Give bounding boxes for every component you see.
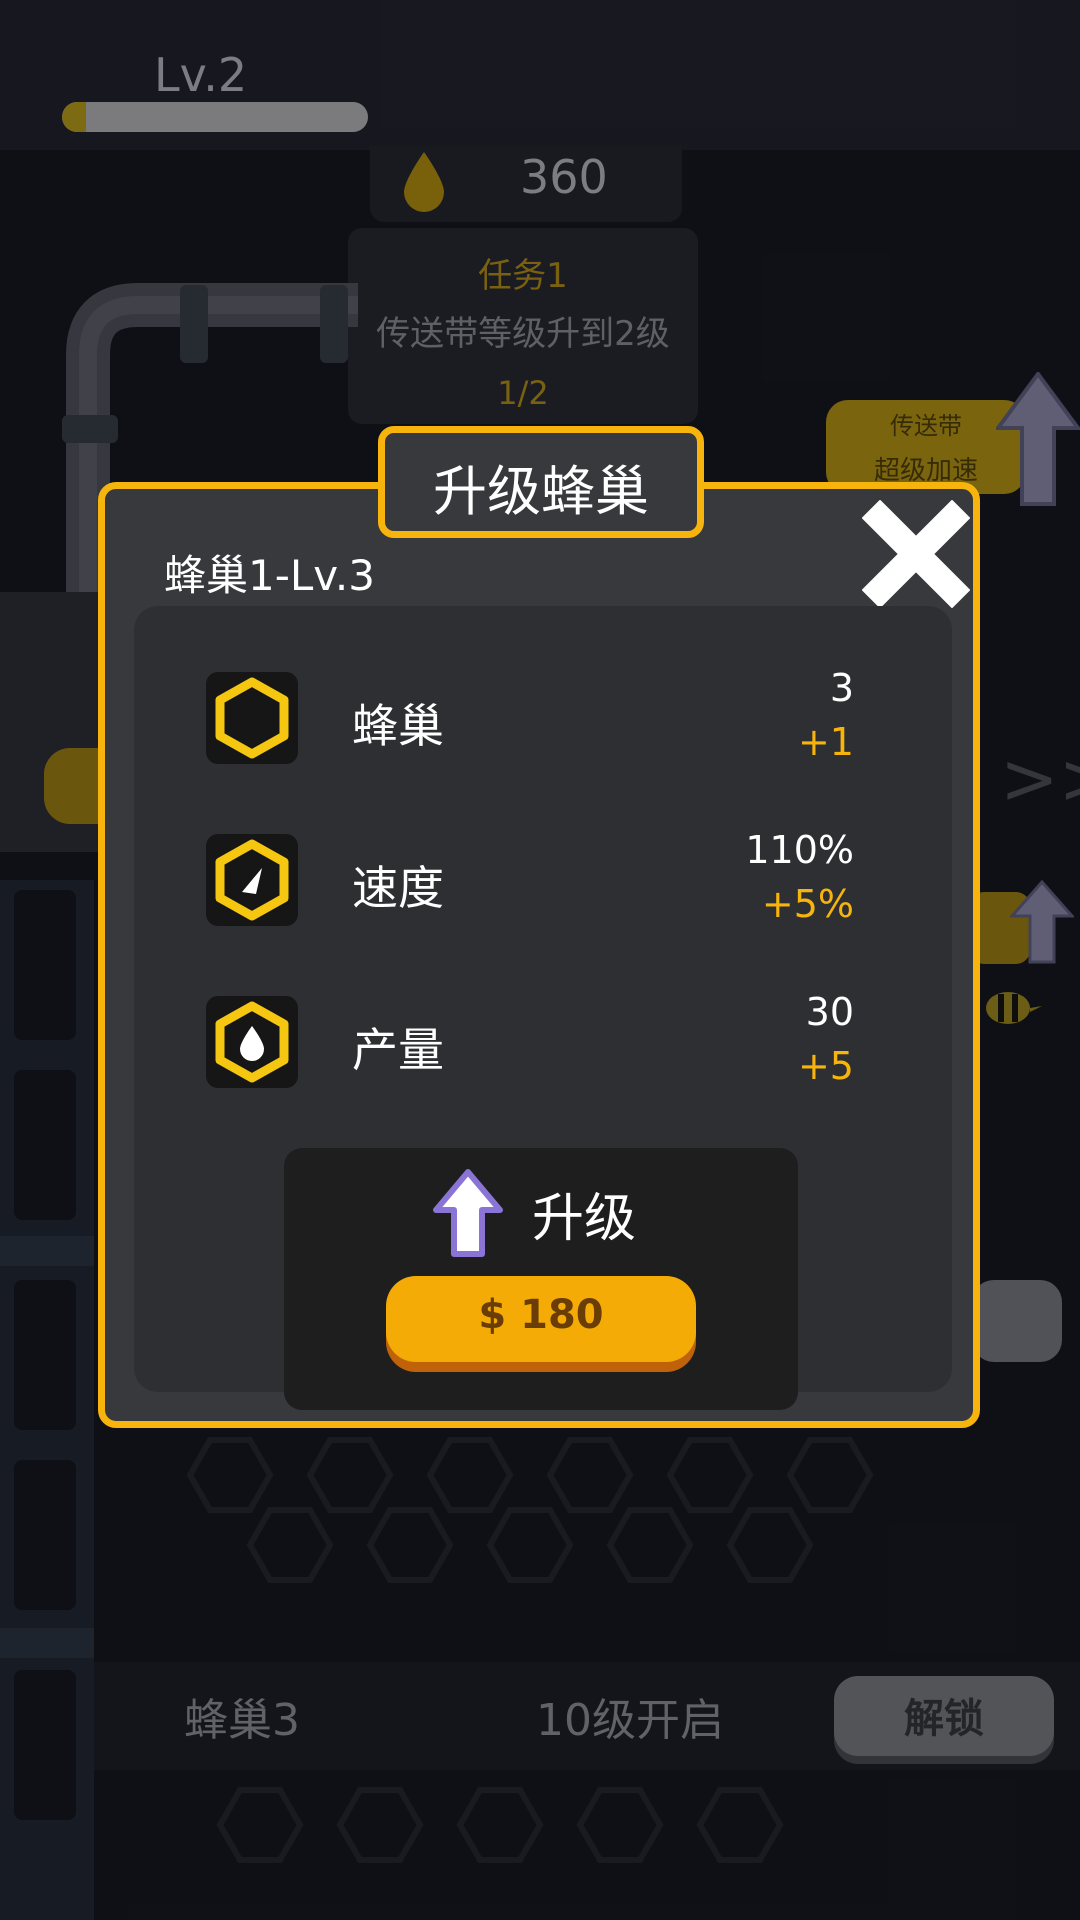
upgrade-price: $ 180 <box>478 1292 604 1338</box>
up-arrow-icon <box>433 1169 503 1257</box>
upgrade-label: 升级 <box>532 1189 637 1249</box>
stat-icon-box <box>206 672 298 764</box>
stat-delta: +1 <box>797 720 854 764</box>
stat-value: 30 <box>805 990 854 1034</box>
upgrade-box: 升级 $ 180 <box>284 1148 798 1410</box>
stat-label: 速度 <box>352 861 444 915</box>
close-icon[interactable] <box>862 500 970 608</box>
stat-delta: +5 <box>797 1044 854 1088</box>
stat-row-hive: 蜂巢 3 +1 <box>134 666 952 786</box>
upgrade-price-button[interactable]: $ 180 <box>386 1276 696 1362</box>
stat-delta: +5% <box>761 882 854 926</box>
modal-title: 升级蜂巢 <box>433 460 649 523</box>
hive-level-title: 蜂巢1-Lv.3 <box>164 551 375 600</box>
hexagon-icon <box>215 677 289 759</box>
stat-label: 蜂巢 <box>352 699 444 753</box>
stat-row-output: 产量 30 +5 <box>134 990 952 1110</box>
stat-value: 3 <box>829 666 854 710</box>
honey-drop-icon <box>215 1001 289 1083</box>
modal-title-tab: 升级蜂巢 <box>378 426 704 538</box>
stat-value: 110% <box>745 828 854 872</box>
stat-label: 产量 <box>352 1023 444 1077</box>
stat-icon-box <box>206 996 298 1088</box>
stat-row-speed: 速度 110% +5% <box>134 828 952 948</box>
stat-icon-box <box>206 834 298 926</box>
speed-gauge-icon <box>215 839 289 921</box>
